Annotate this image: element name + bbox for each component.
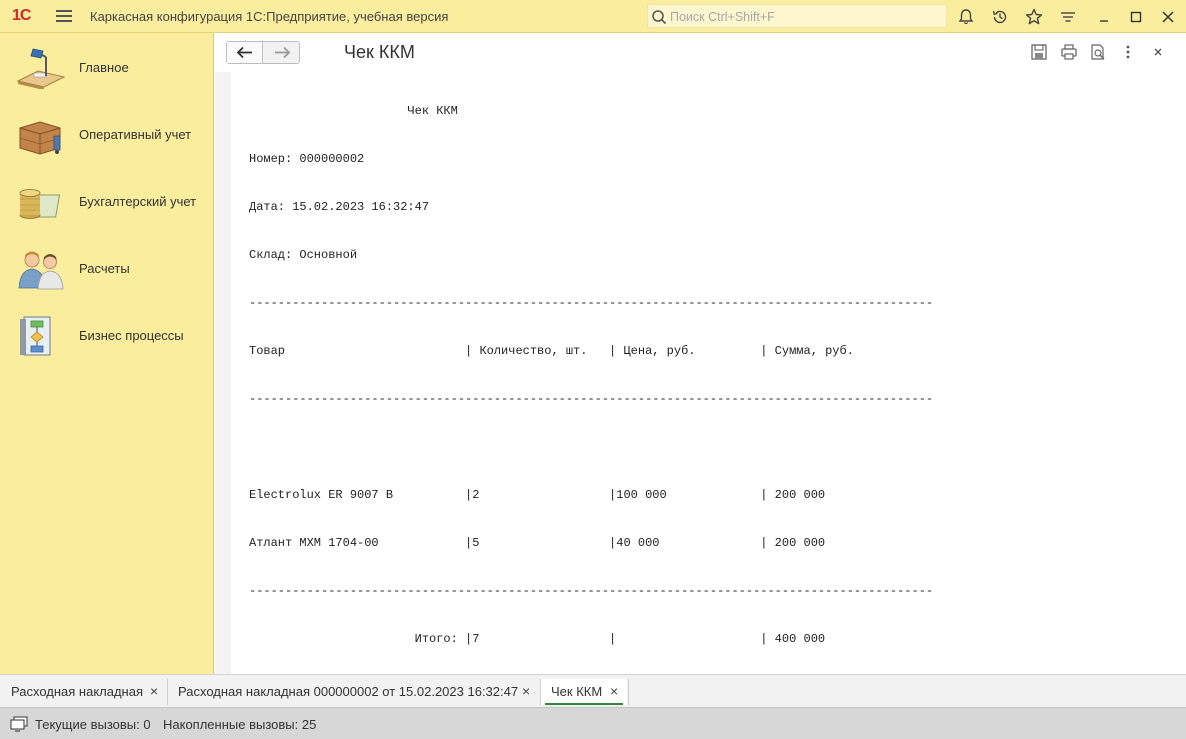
bell-icon[interactable] [956,7,976,27]
sidebar-item-label: Оперативный учет [79,127,192,142]
sidebar-item-label: Расчеты [79,261,130,276]
open-windows-bar: Расходная накладная × Расходная накладна… [0,674,1186,707]
app-logo[interactable]: 1С [12,7,31,25]
doc-line: Атлант МХМ 1704-00 |5 |40 000 | 200 000 [249,536,826,550]
sidebar-item-main[interactable]: Главное [0,41,213,91]
flowchart-icon [20,316,51,356]
accumulated-calls: Накопленные вызовы: 25 [163,717,317,732]
boxes-icon [19,121,61,155]
navigation-buttons [226,41,300,64]
app-title: Каркасная конфигурация 1С:Предприятие, у… [90,9,449,24]
current-calls: Текущие вызовы: 0 [35,717,151,732]
doc-line: Дата: 15.02.2023 16:32:47 [249,200,430,214]
star-icon[interactable] [1024,7,1044,27]
tab-outgoing-invoice-list[interactable]: Расходная накладная × [1,679,165,705]
main-menu-button[interactable] [56,10,72,23]
doc-line: ----------------------------------------… [249,296,934,310]
doc-line: ----------------------------------------… [249,392,934,406]
form-area: Чек ККМ Чек ККМ Номер: 000000002 Дата: 1… [215,33,1186,674]
status-bar: Текущие вызовы: 0 Накопленные вызовы: 25 [0,707,1186,739]
sidebar-item-operational[interactable]: Оперативный учет [0,108,213,158]
doc-line: Товар | Количество, шт. | Цена, руб. | С… [249,344,854,358]
search-icon [652,10,667,25]
history-icon[interactable] [990,7,1010,27]
maximize-icon[interactable] [1126,7,1146,27]
minimize-icon[interactable] [1094,7,1114,27]
page-title: Чек ККМ [344,42,415,62]
doc-line: Итого: |7 | | 400 000 [249,632,826,646]
monitor-icon[interactable] [10,716,28,732]
spreadsheet-document[interactable]: Чек ККМ Номер: 000000002 Дата: 15.02.202… [249,71,933,679]
sidebar-item-label: Бизнес процессы [79,328,184,343]
tab-outgoing-invoice-document[interactable]: Расходная накладная 000000002 от 15.02.2… [168,679,539,705]
search-placeholder: Поиск Ctrl+Shift+F [670,10,775,24]
sidebar-item-calculations[interactable]: Расчеты [0,242,213,292]
sidebar-item-label: Бухгалтерский учет [79,194,197,209]
print-icon[interactable] [1060,43,1078,61]
people-icon [18,251,64,290]
doc-line: ----------------------------------------… [249,584,934,598]
tab-label: Чек ККМ [551,684,603,699]
sections-panel: Главное Оперативный учет Бухгалтерский у… [0,33,214,674]
sidebar-item-label: Главное [79,60,129,75]
save-icon[interactable] [1030,43,1048,61]
sidebar-item-accounting[interactable]: Бухгалтерский учет [0,175,213,225]
document-margin [215,72,230,674]
form-close-icon[interactable] [1149,43,1167,61]
forward-button[interactable] [264,42,300,63]
tab-label: Расходная накладная [11,684,144,699]
tab-divider [628,679,629,705]
arrow-left-icon [236,46,252,59]
back-button[interactable] [227,42,263,63]
settings-menu-icon[interactable] [1058,7,1078,27]
search-input[interactable]: Поиск Ctrl+Shift+F [647,4,947,28]
doc-line: Номер: 000000002 [249,152,365,166]
close-icon[interactable] [1158,7,1178,27]
close-icon[interactable]: × [522,683,530,699]
tab-receipt[interactable]: Чек ККМ × [541,679,627,705]
doc-line: Electrolux ER 9007 B |2 |100 000 | 200 0… [249,488,826,502]
title-bar: 1С Каркасная конфигурация 1С:Предприятие… [0,0,1186,33]
doc-line: Чек ККМ [249,104,458,118]
arrow-right-icon [275,46,291,59]
close-icon[interactable]: × [610,683,618,699]
coins-icon [19,189,61,219]
desk-lamp-icon [16,48,66,89]
tab-label: Расходная накладная 000000002 от 15.02.2… [178,684,519,699]
preview-icon[interactable] [1089,43,1107,61]
doc-line [249,439,933,455]
close-icon[interactable]: × [150,683,158,699]
sidebar-item-business-processes[interactable]: Бизнес процессы [0,309,213,359]
more-icon[interactable] [1119,43,1137,61]
doc-line: Склад: Основной [249,248,358,262]
